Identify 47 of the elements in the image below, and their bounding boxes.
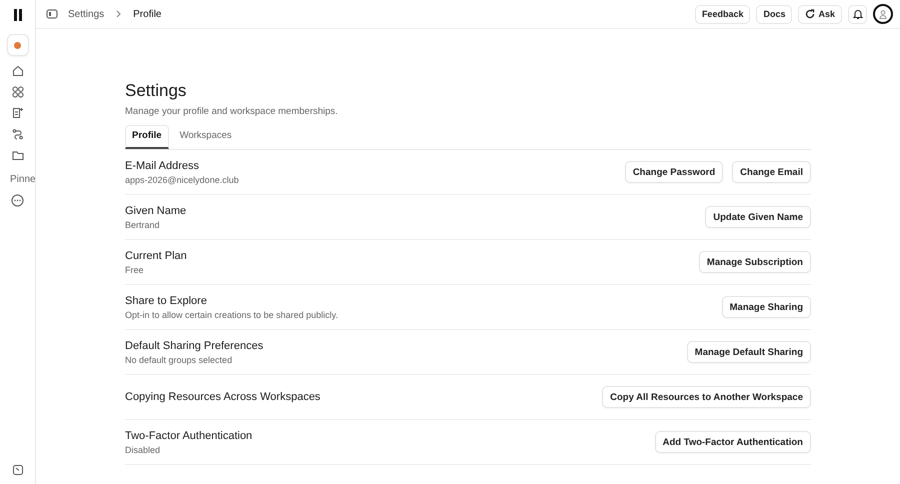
more-icon[interactable] [11, 194, 24, 207]
tab[interactable]: Profile [125, 125, 169, 149]
user-icon [879, 10, 887, 18]
action-button[interactable]: Add Two-Factor Authentication [654, 431, 811, 453]
tab[interactable]: Workspaces [172, 125, 239, 149]
avatar[interactable] [873, 4, 893, 24]
pinned-label: Pinne [10, 174, 36, 185]
chevron-icon [116, 10, 122, 18]
setting-title: Current Plan [125, 250, 187, 262]
page-title: Settings [125, 81, 188, 101]
breadcrumb-link[interactable]: Profile [133, 8, 162, 20]
refresh-icon [805, 9, 816, 19]
collapse-icon[interactable] [12, 464, 24, 476]
grid-icon[interactable] [12, 86, 24, 98]
bell-icon [852, 8, 862, 20]
folder-icon[interactable] [12, 149, 24, 161]
setting-value: apps-2026@nicelydone.club [125, 174, 239, 184]
page-subtitle: Manage your profile and workspace memberships. [125, 106, 339, 117]
action-button[interactable]: Change Password [624, 161, 724, 183]
pause-icon[interactable] [12, 9, 22, 21]
header-button[interactable]: Feedback [694, 4, 750, 24]
action-button[interactable]: Copy All Resources to Another Workspace [602, 386, 811, 408]
notifications-button[interactable] [848, 4, 867, 24]
document-add-icon[interactable] [12, 107, 24, 119]
setting-title: Default Sharing Preferences [125, 340, 264, 352]
sidebar-toggle-icon[interactable] [46, 8, 58, 20]
setting-title: E-Mail Address [125, 160, 200, 172]
workspace-button[interactable] [6, 34, 28, 56]
action-button[interactable]: Manage Sharing [722, 296, 811, 318]
setting-title: Two-Factor Authentication [125, 430, 252, 442]
action-button[interactable]: Update Given Name [705, 206, 811, 228]
header-button[interactable]: Docs [756, 4, 792, 24]
home-icon[interactable] [12, 65, 24, 77]
setting-value: Disabled [125, 444, 162, 454]
setting-value: Bertrand [125, 220, 161, 230]
setting-value: Free [125, 264, 145, 274]
action-button[interactable]: Manage Default Sharing [686, 341, 811, 363]
route-icon[interactable] [12, 128, 24, 140]
action-button[interactable]: Manage Subscription [698, 251, 811, 273]
setting-value: Opt-in to allow certain creations to be shared publicly. [125, 310, 338, 320]
action-button[interactable]: Change Email [732, 161, 811, 183]
setting-title: Copying Resources Across Workspaces [125, 391, 320, 403]
setting-title: Given Name [125, 204, 186, 216]
ask-button[interactable]: Ask [798, 4, 842, 24]
setting-value: No default groups selected [125, 354, 234, 364]
breadcrumb-link[interactable]: Settings [68, 8, 104, 20]
setting-title: Share to Explore [125, 294, 208, 306]
